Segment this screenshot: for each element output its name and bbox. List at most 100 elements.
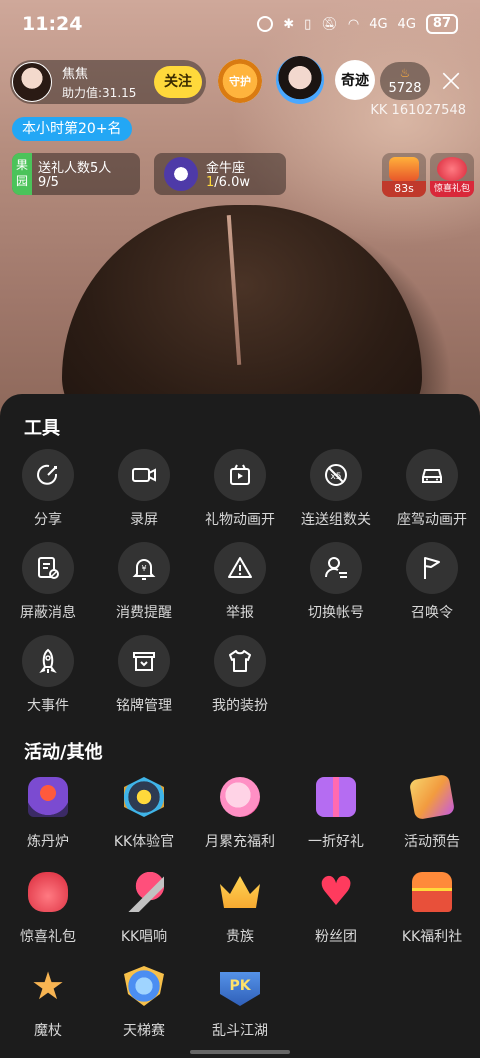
host-name: 焦焦 [62, 67, 89, 82]
flag-icon [406, 542, 458, 594]
tool-label: 召唤令 [411, 605, 453, 621]
video-camera-icon [118, 449, 170, 501]
bell-yuan-icon: ¥ [118, 542, 170, 594]
monthly-recharge-icon [214, 771, 266, 823]
tool-gift-animation[interactable]: 礼物动画开 [192, 449, 288, 533]
mute-icon: 🔕︎ [321, 16, 338, 32]
hourly-rank-pill[interactable]: 本小时第20+名 [12, 117, 132, 141]
activity-label: 粉丝团 [315, 929, 357, 945]
activity-pk-battle[interactable]: PK 乱斗江湖 [192, 960, 288, 1044]
signal-2-label: 4G [397, 16, 416, 32]
activity-label: 惊喜礼包 [20, 929, 76, 945]
status-icons: ✱ ▯ 🔕︎ ◠ 4G 4G 87 [257, 14, 458, 34]
guard-badge[interactable]: 守护 [210, 54, 270, 108]
share-icon [22, 449, 74, 501]
surprise-gift-box[interactable]: 惊喜礼包 [430, 153, 474, 197]
activity-alchemy-furnace[interactable]: 炼丹炉 [0, 771, 96, 855]
activity-label: 炼丹炉 [27, 834, 69, 850]
activities-section-title: 活动/其他 [24, 742, 103, 763]
svg-text:¥: ¥ [141, 564, 146, 573]
activity-label: KK福利社 [401, 929, 463, 945]
activity-ladder-match[interactable]: 天梯赛 [96, 960, 192, 1044]
activity-label: 贵族 [226, 929, 254, 945]
tool-label: 举报 [226, 605, 254, 621]
activity-event-preview[interactable]: 活动预告 [384, 771, 480, 855]
host-info-pill[interactable]: 焦焦 助力值:31.15 关注 [10, 60, 206, 104]
ladder-match-icon [118, 960, 170, 1012]
tool-label: 连送组数关 [301, 512, 371, 528]
tool-label: 铭牌管理 [116, 698, 172, 714]
kk-experience-icon [118, 771, 170, 823]
activity-label: 魔杖 [34, 1023, 62, 1039]
activity-label: KK唱响 [120, 929, 168, 945]
activity-nobility[interactable]: 贵族 [192, 866, 288, 950]
tool-label: 切换帐号 [308, 605, 364, 621]
tool-label: 大事件 [27, 698, 69, 714]
tools-section-title: 工具 [24, 418, 60, 439]
tool-combo-count[interactable]: x5 连送组数关 [288, 449, 384, 533]
activity-magic-wand[interactable]: ★ 魔杖 [0, 960, 96, 1044]
activity-kk-sing[interactable]: KK唱响 [96, 866, 192, 950]
activity-label: 一折好礼 [308, 834, 364, 850]
tool-switch-account[interactable]: 切换帐号 [288, 542, 384, 626]
svg-text:x5: x5 [330, 472, 341, 482]
tool-block-messages[interactable]: 屏蔽消息 [0, 542, 96, 626]
alarm-icon [257, 16, 274, 32]
status-time: 11:24 [22, 13, 83, 35]
tool-label: 消费提醒 [116, 605, 172, 621]
vibrate-icon: ▯ [304, 16, 312, 32]
tool-nameplate-management[interactable]: 铭牌管理 [96, 635, 192, 719]
gift-animation-icon [214, 449, 266, 501]
tool-car-animation[interactable]: 座驾动画开 [384, 449, 480, 533]
switch-account-icon [310, 542, 362, 594]
zodiac-progress-total: /6.0w [214, 175, 250, 190]
tool-label: 座驾动画开 [397, 512, 467, 528]
zodiac-title: 金牛座 [206, 161, 246, 176]
activity-discount-gift[interactable]: 一折好礼 [288, 771, 384, 855]
bluetooth-icon: ✱ [283, 16, 295, 32]
treasure-chest-icon [406, 866, 458, 918]
surprise-bag-icon [22, 866, 74, 918]
tool-summon[interactable]: 召唤令 [384, 542, 480, 626]
activity-surprise-bag[interactable]: 惊喜礼包 [0, 866, 96, 950]
status-bar: 11:24 ✱ ▯ 🔕︎ ◠ 4G 4G 87 [0, 0, 480, 48]
activity-kk-experience[interactable]: KK体验官 [96, 771, 192, 855]
nameplate-icon [118, 635, 170, 687]
tool-spending-reminder[interactable]: ¥ 消费提醒 [96, 542, 192, 626]
block-message-icon [22, 542, 74, 594]
tool-my-outfit[interactable]: 我的装扮 [192, 635, 288, 719]
close-icon[interactable]: × [436, 62, 466, 100]
magic-wand-icon: ★ [30, 964, 66, 1008]
timed-gift-box[interactable]: 83s [382, 153, 426, 197]
activity-label: 活动预告 [404, 834, 460, 850]
host-avatar[interactable] [12, 62, 52, 102]
zodiac-card[interactable]: 金牛座 1/6.0w [154, 153, 286, 195]
heart-icon: ♥ [318, 869, 354, 915]
activity-label: 乱斗江湖 [212, 1023, 268, 1039]
tool-report[interactable]: 举报 [192, 542, 288, 626]
host-support-value: 助力值:31.15 [62, 86, 137, 100]
follow-button[interactable]: 关注 [154, 66, 202, 98]
discount-gift-icon [310, 771, 362, 823]
activity-fan-club[interactable]: ♥ 粉丝团 [288, 866, 384, 950]
tool-label: 屏蔽消息 [20, 605, 76, 621]
event-preview-icon [406, 771, 458, 823]
activity-label: 天梯赛 [123, 1023, 165, 1039]
tool-big-event[interactable]: 大事件 [0, 635, 96, 719]
task-title: 送礼人数5人 [38, 161, 112, 176]
popularity-value: 5728 [388, 81, 422, 96]
wifi-icon: ◠ [347, 16, 360, 32]
zodiac-progress: 1/6.0w [206, 175, 250, 190]
fan-badge-avatar[interactable]: 奇迹 [335, 60, 375, 100]
task-progress: 9/5 [38, 175, 59, 190]
orchard-task-card[interactable]: 果园 送礼人数5人 9/5 [12, 153, 140, 195]
flame-icon: ♨ [399, 66, 411, 80]
top-fan-avatar[interactable] [276, 56, 324, 104]
activity-kk-welfare[interactable]: KK福利社 [384, 866, 480, 950]
activity-monthly-recharge[interactable]: 月累充福利 [192, 771, 288, 855]
tool-record-screen[interactable]: 录屏 [96, 449, 192, 533]
home-indicator[interactable] [190, 1050, 290, 1054]
tool-share[interactable]: 分享 [0, 449, 96, 533]
warning-icon [214, 542, 266, 594]
popularity-pill[interactable]: ♨ 5728 [380, 62, 430, 100]
